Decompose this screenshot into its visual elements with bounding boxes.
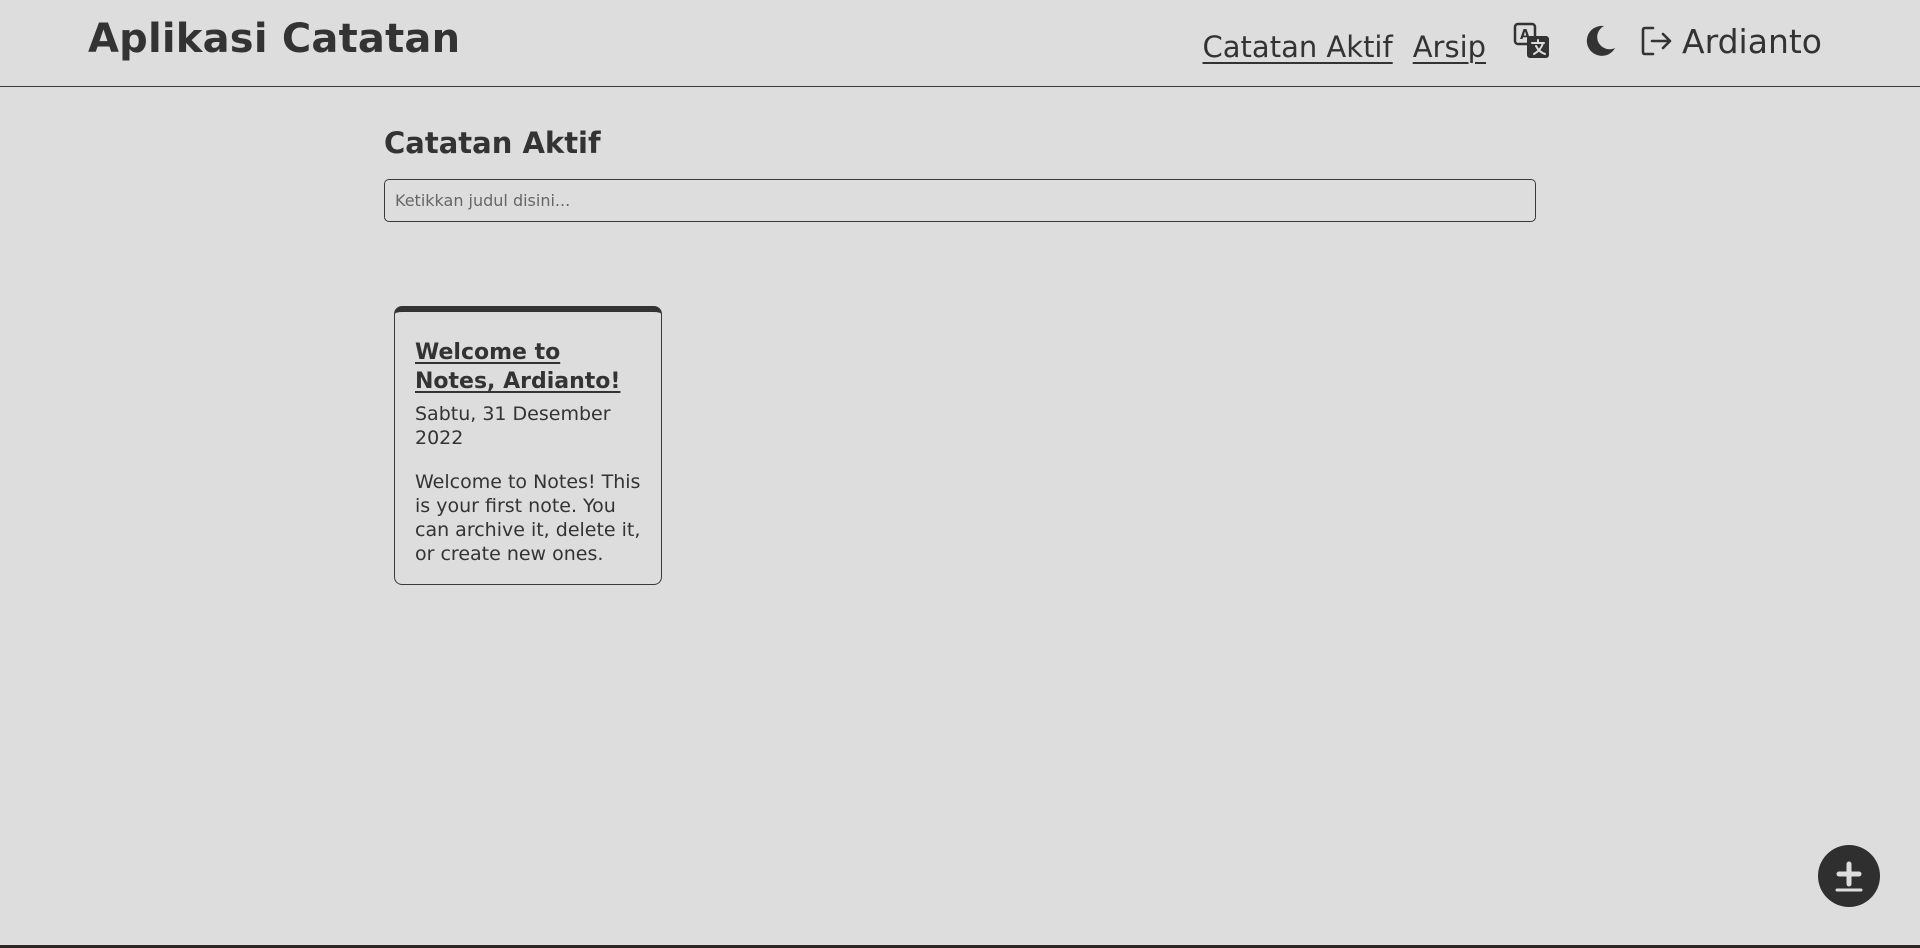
note-card: Welcome to Notes, Ardianto! Sabtu, 31 De… bbox=[394, 306, 662, 585]
main-content: Catatan Aktif Welcome to Notes, Ardianto… bbox=[384, 126, 1536, 585]
moon-icon bbox=[1586, 25, 1616, 56]
user-name: Ardianto bbox=[1682, 21, 1822, 61]
logout-button[interactable]: Ardianto bbox=[1640, 22, 1822, 61]
translate-button[interactable]: A bbox=[1512, 21, 1552, 61]
add-note-button[interactable] bbox=[1818, 845, 1880, 907]
search-input[interactable] bbox=[384, 179, 1536, 222]
logout-icon bbox=[1641, 26, 1672, 56]
note-date: Sabtu, 31 Desember 2022 bbox=[415, 403, 611, 449]
translate-icon: A bbox=[1513, 22, 1550, 58]
app-title[interactable]: Aplikasi Catatan bbox=[88, 16, 460, 62]
theme-toggle-button[interactable] bbox=[1580, 21, 1620, 61]
note-body: Welcome to Notes! This is your first not… bbox=[415, 471, 641, 565]
page-title: Catatan Aktif bbox=[384, 126, 601, 160]
add-icon bbox=[1835, 861, 1863, 892]
app-root: Aplikasi Catatan Catatan Aktif Arsip A A… bbox=[0, 0, 1920, 948]
notes-list: Welcome to Notes, Ardianto! Sabtu, 31 De… bbox=[394, 306, 662, 585]
nav-link-archive[interactable]: Arsip bbox=[1413, 30, 1486, 64]
note-title-link[interactable]: Welcome to Notes, Ardianto! bbox=[415, 338, 641, 396]
app-header: Aplikasi Catatan Catatan Aktif Arsip A A… bbox=[0, 0, 1920, 87]
header-nav: Catatan Aktif Arsip A Ardianto bbox=[1203, 16, 1822, 66]
nav-link-active-notes[interactable]: Catatan Aktif bbox=[1203, 30, 1393, 64]
